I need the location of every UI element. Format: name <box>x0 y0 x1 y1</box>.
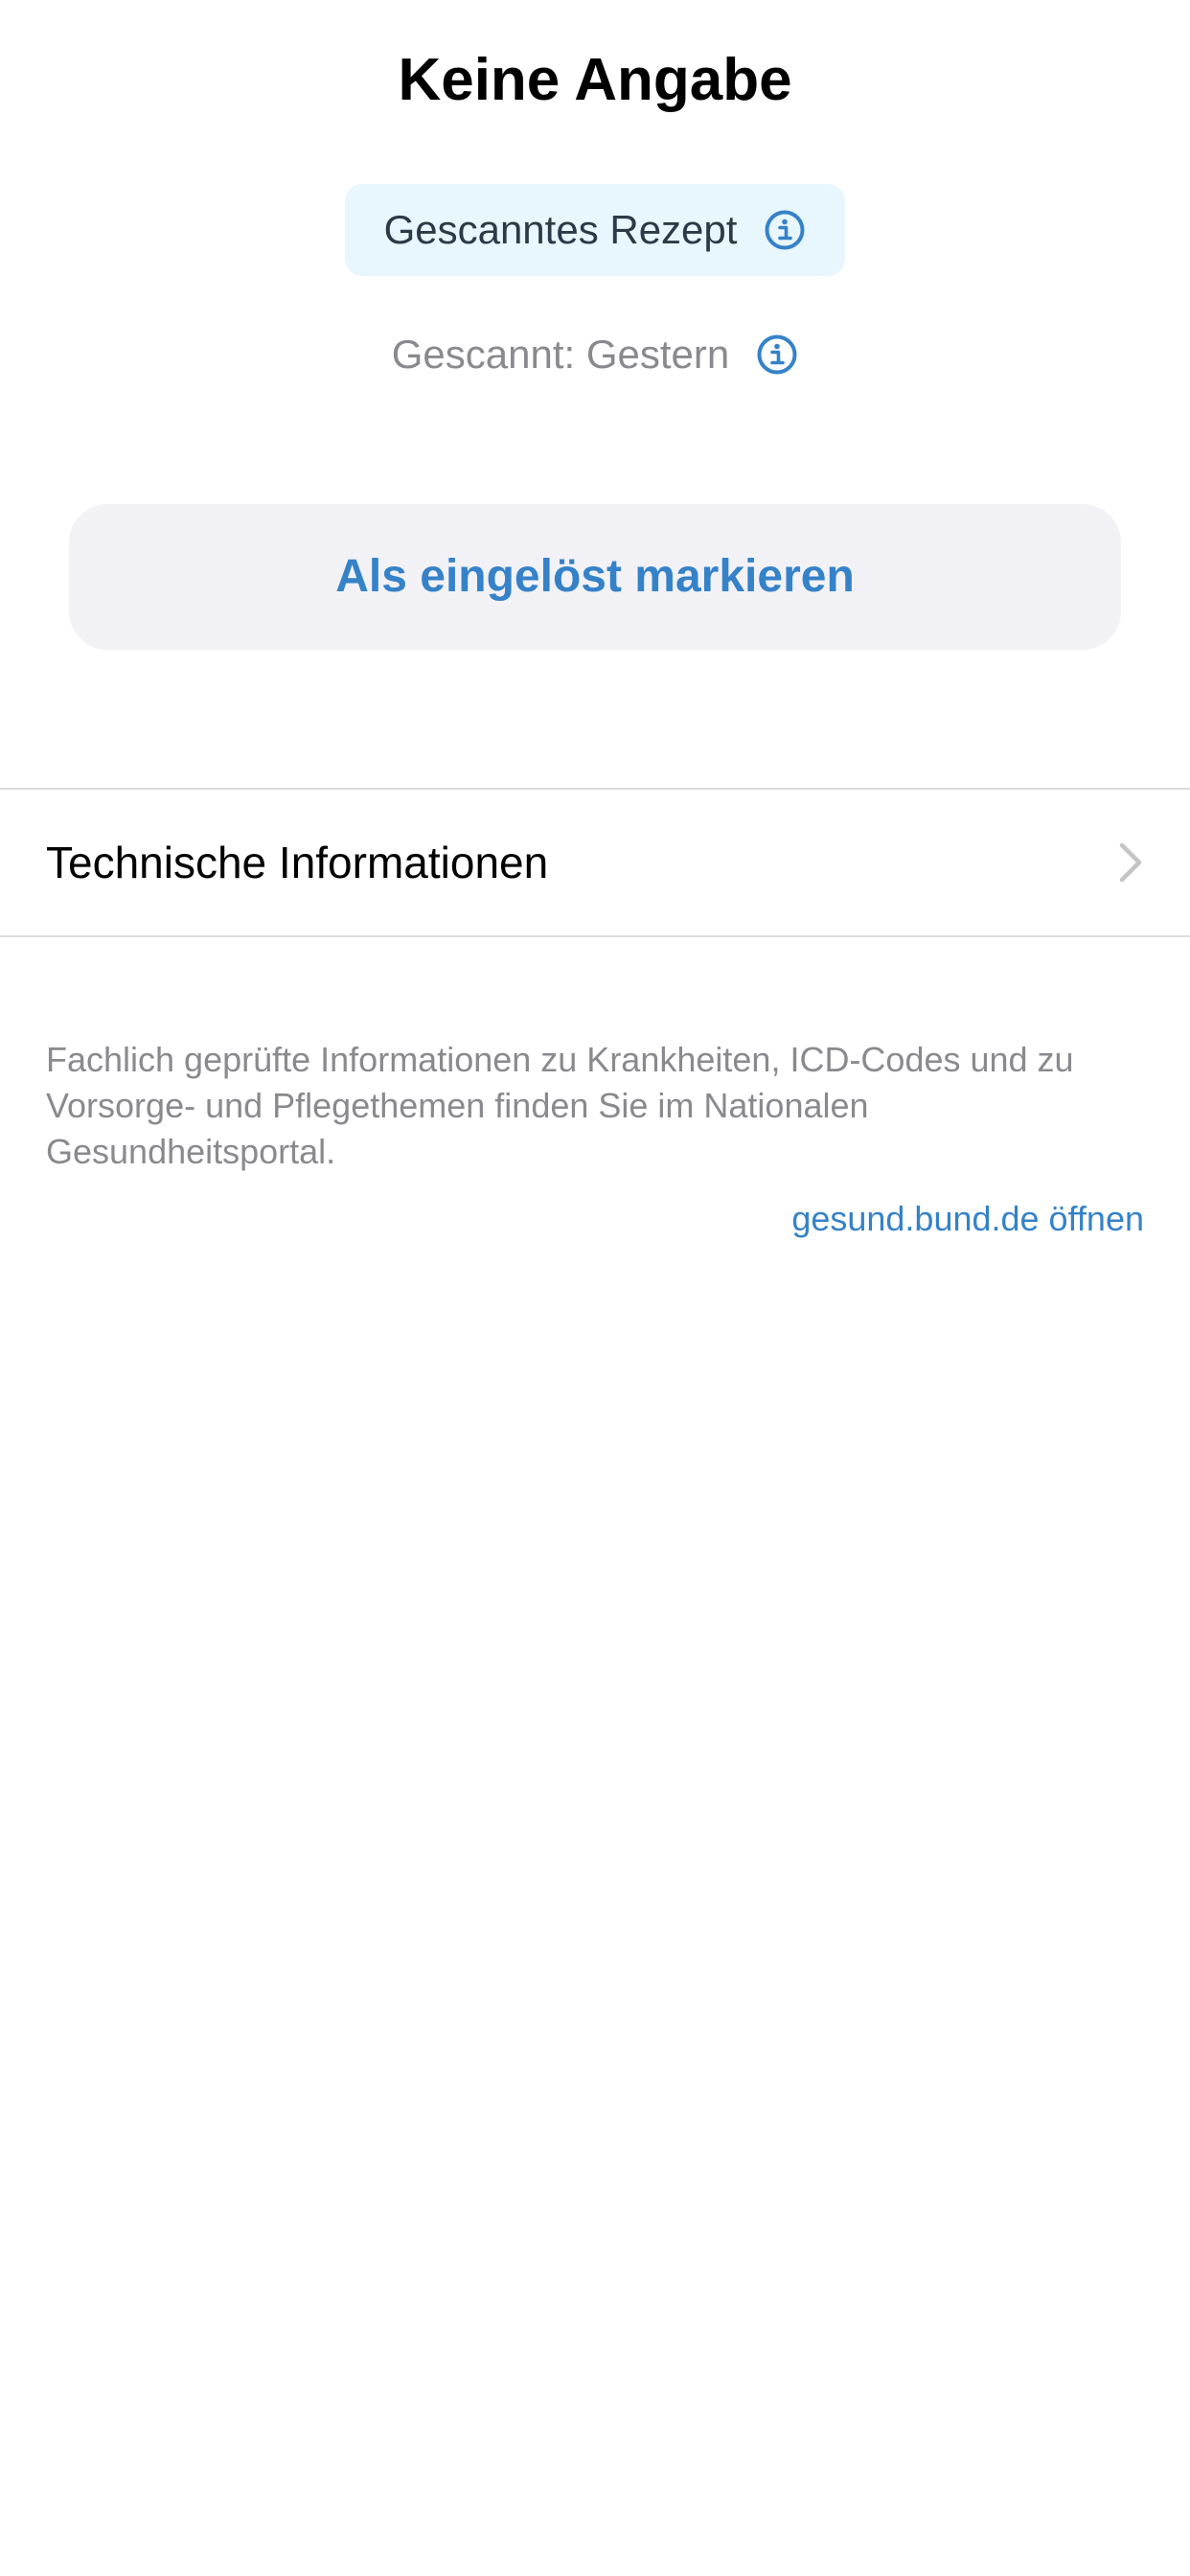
prescription-type-label: Gescanntes Rezept <box>383 207 738 252</box>
scanned-date-label: Gescannt: Gestern <box>391 332 730 377</box>
mark-as-redeemed-label: Als eingelöst markieren <box>335 551 855 602</box>
open-gesund-bund-link[interactable]: gesund.bund.de öffnen <box>791 1196 1144 1242</box>
chevron-right-icon <box>1117 840 1144 885</box>
mark-as-redeemed-button[interactable]: Als eingelöst markieren <box>69 504 1121 650</box>
prescription-detail-screen: Keine Angabe Gescanntes Rezept Gescannt:… <box>0 0 1190 2576</box>
prescription-type-chip[interactable]: Gescanntes Rezept <box>345 184 845 276</box>
info-icon[interactable] <box>764 209 806 251</box>
info-icon[interactable] <box>756 334 798 376</box>
divider <box>0 935 1190 937</box>
technical-information-row[interactable]: Technische Informationen <box>0 790 1190 935</box>
page-title: Keine Angabe <box>398 47 792 113</box>
technical-information-label: Technische Informationen <box>46 838 549 887</box>
health-portal-info-text: Fachlich geprüfte Informationen zu Krank… <box>46 1040 1074 1171</box>
scanned-date-row: Gescannt: Gestern <box>0 328 1190 381</box>
